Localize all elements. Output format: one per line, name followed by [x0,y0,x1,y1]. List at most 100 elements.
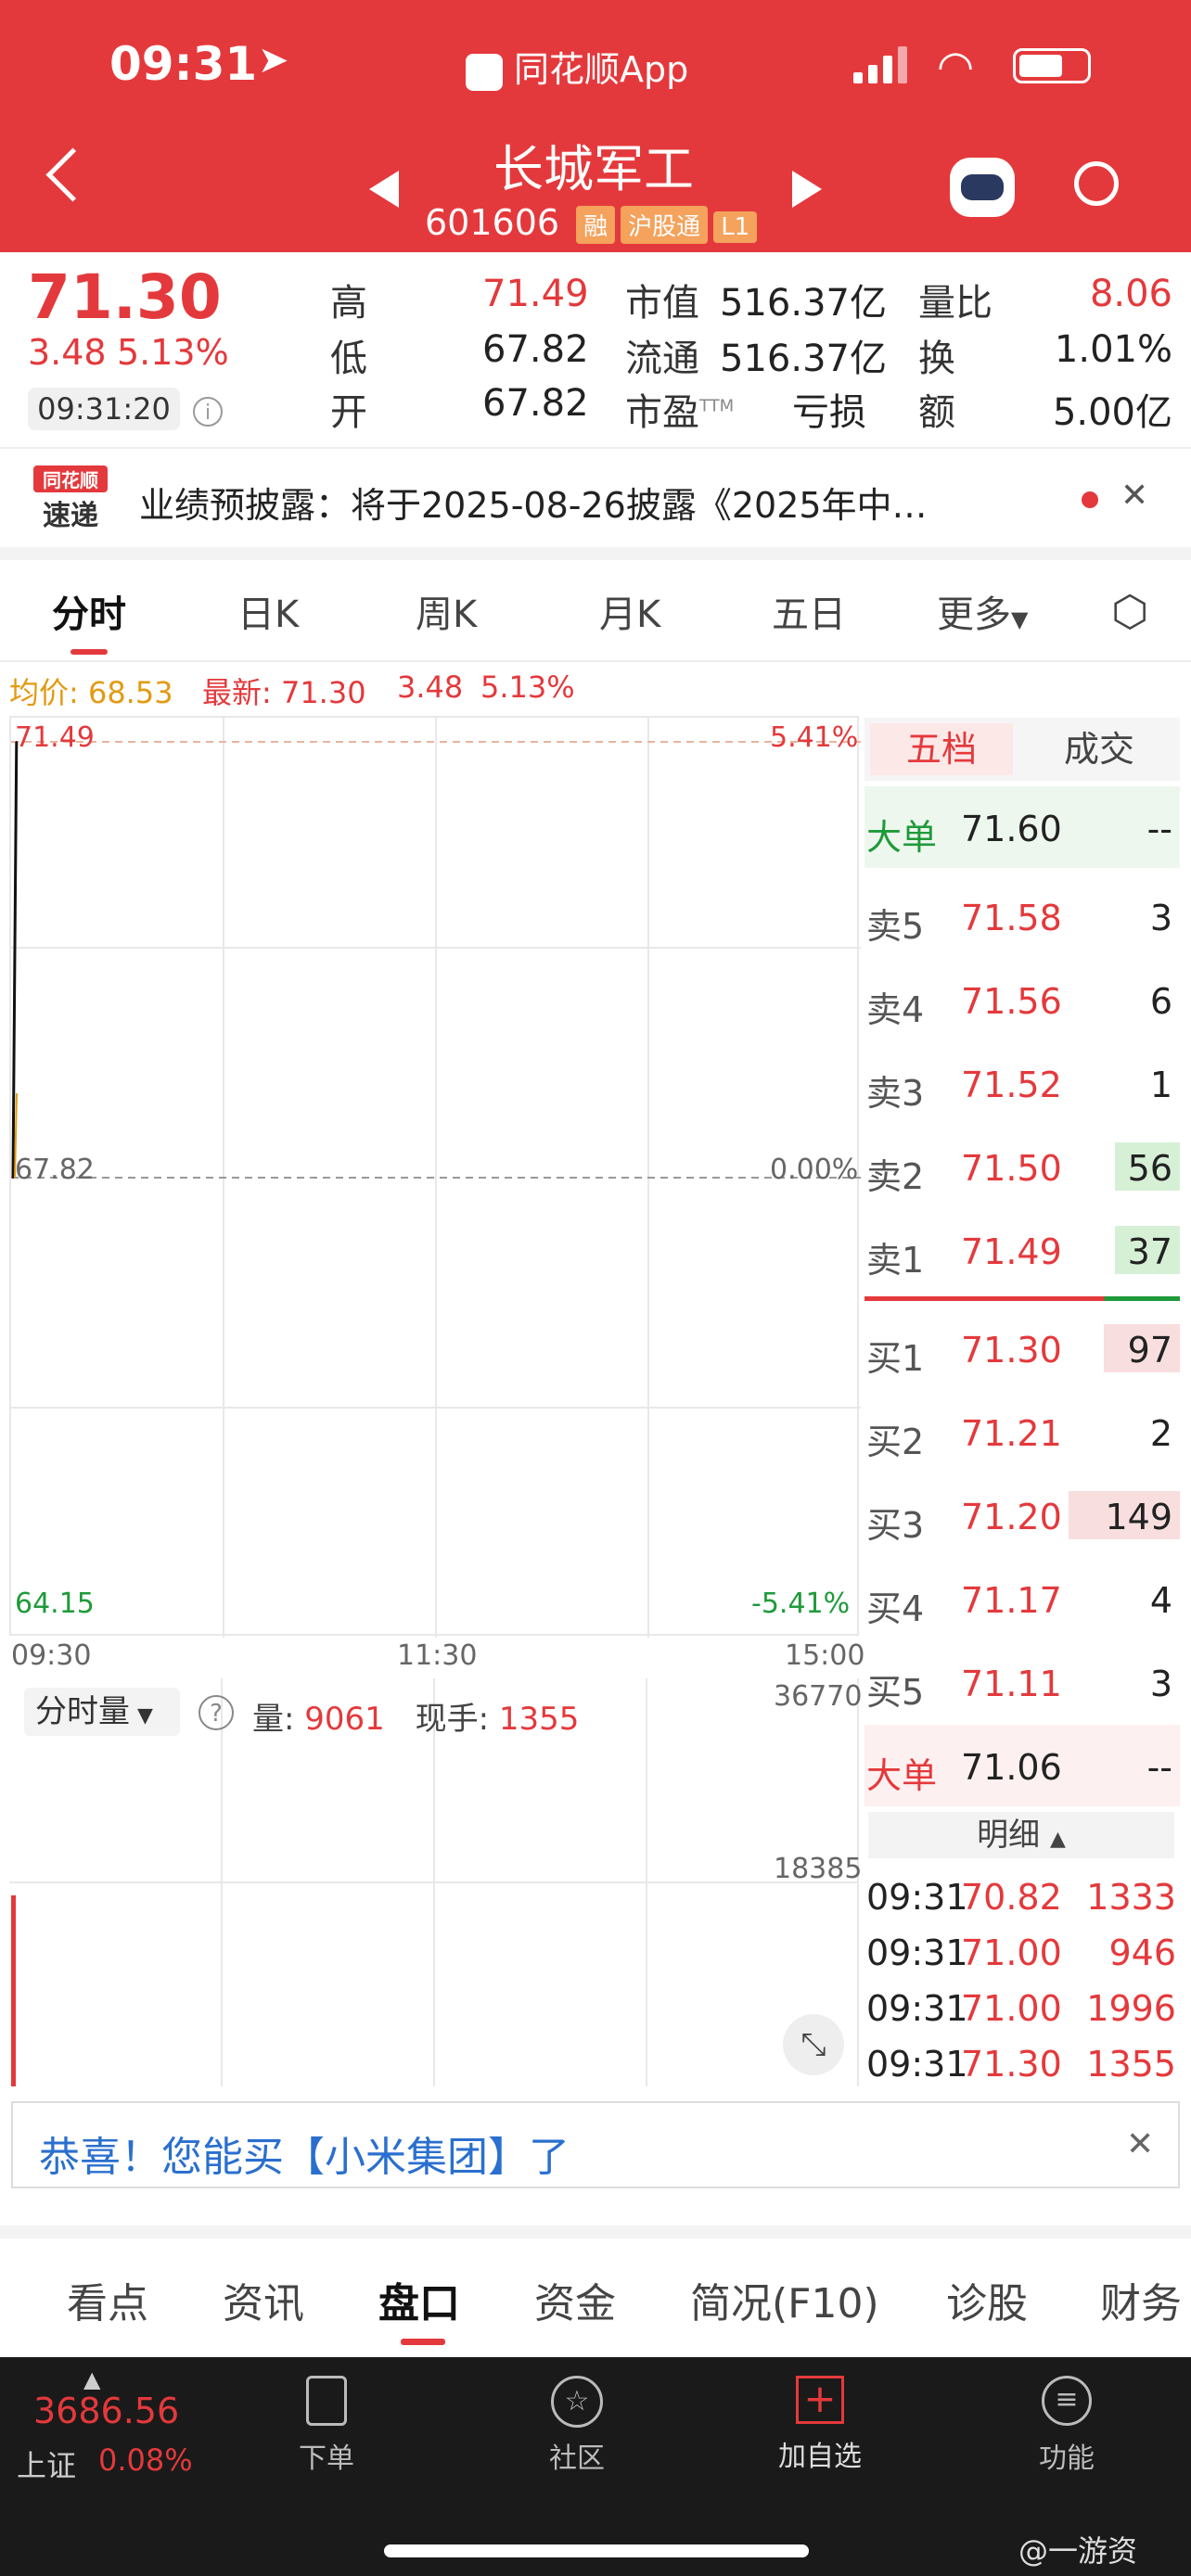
tab-financials[interactable]: 财务 [1100,2270,1182,2329]
sell-level-row[interactable]: 卖3 71.52 1 [864,1042,1180,1124]
volume-bar [11,1894,16,2086]
level-price: 71.17 [961,1580,1062,1621]
x-end-label: 15:00 [785,1639,865,1672]
fullscreen-button[interactable]: ⤡ [783,2014,844,2075]
detail-header[interactable]: 明细 ▲ [868,1812,1174,1858]
nav-functions[interactable]: ≡ 功能 [992,2376,1141,2476]
community-icon: ☆ [551,2376,603,2428]
level-price: 71.52 [961,1065,1062,1105]
tab-active-indicator [70,649,108,655]
price-change-pct: 5.13% [117,332,229,373]
next-stock-button[interactable] [792,171,822,208]
volume-chart[interactable] [9,1678,859,2086]
tab-highlights[interactable]: 看点 [67,2270,148,2329]
add-icon: + [796,2376,844,2424]
orderbook-tab-bar: 五档 成交 [864,718,1180,781]
sell-level-row[interactable]: 卖4 71.56 6 [864,959,1180,1040]
detail-time: 09:31 [866,1877,968,1918]
x-start-label: 09:30 [11,1639,92,1672]
level-label: 卖4 [866,989,925,1030]
tab-five-day[interactable]: 五日 [772,584,846,638]
level-qty: 97 [1127,1330,1172,1371]
level-price: 71.60 [961,809,1062,849]
back-button[interactable] [45,147,100,202]
volume-selector[interactable]: 分时量 ▼ [24,1688,180,1736]
nav-add-watchlist[interactable]: + 加自选 [746,2376,894,2474]
buy-level-row[interactable]: 买5 71.11 3 [864,1641,1180,1723]
help-icon[interactable]: ? [198,1695,234,1730]
buy-level-row[interactable]: 买2 71.21 2 [864,1391,1180,1473]
level-qty: 1 [1149,1065,1172,1105]
index-value[interactable]: 3686.56 [33,2391,179,2431]
level-price: 71.56 [961,981,1062,1022]
last-price: 71.30 [28,261,222,333]
big-order-row[interactable]: 大单 71.06 -- [864,1725,1180,1806]
low-label: 低 [330,338,367,380]
level-qty: 4 [1149,1580,1172,1621]
status-time: 09:31 [109,37,258,91]
nav-community[interactable]: ☆ 社区 [503,2376,651,2476]
detail-time: 09:31 [866,2044,968,2085]
level-label: 买5 [866,1672,925,1713]
tab-profile[interactable]: 简况(F10) [690,2270,879,2329]
level-qty: 3 [1149,898,1172,938]
tab-weekly-k[interactable]: 周K [416,584,477,638]
avg-price-label: 均价: 68.53 [9,675,173,710]
tab-order-book[interactable]: 盘口 [378,2270,460,2329]
sell-level-row[interactable]: 卖5 71.58 3 [864,875,1180,957]
pe-value: 亏损 [792,391,866,434]
prev-stock-button[interactable] [369,171,399,208]
tab-intraday[interactable]: 分时 [52,584,126,638]
tab-trades[interactable]: 成交 [1028,723,1171,775]
orderbook-divider [864,1296,1180,1301]
nav-order[interactable]: 下单 [252,2376,401,2476]
search-icon[interactable] [1074,161,1119,206]
home-indicator [384,2544,809,2557]
news-bar[interactable]: 同花顺 速递 业绩预披露：将于2025-08-26披露《2025年中… ✕ [0,447,1191,560]
level-label: 大单 [866,1755,938,1796]
detail-price: 70.82 [961,1877,1062,1918]
info-icon[interactable]: i [193,397,223,427]
price-chart[interactable] [9,716,861,1638]
level-price: 71.20 [961,1497,1062,1537]
app-name: 同花顺App [466,41,688,92]
detail-qty: 1996 [1086,1988,1176,2029]
caret-down-icon: ▼ [137,1704,153,1728]
tab-more[interactable]: 更多▼ [937,584,1028,638]
robot-assistant-icon[interactable] [950,158,1015,217]
mcap-value: 516.37亿 [720,282,887,325]
tab-five-levels[interactable]: 五档 [870,723,1013,775]
detail-price: 71.30 [961,2044,1062,2085]
promo-banner[interactable]: 恭喜！您能买【小米集团】了 ✕ [11,2101,1180,2188]
detail-price: 71.00 [961,1932,1062,1973]
tab-news[interactable]: 资讯 [223,2270,304,2329]
y-bot-label: 64.15 [15,1588,95,1620]
index-up-arrow-icon: ▲ [83,2366,101,2392]
detail-qty: 946 [1108,1932,1176,1973]
news-close-icon[interactable]: ✕ [1121,477,1148,515]
tab-diagnosis[interactable]: 诊股 [946,2270,1028,2329]
news-text: 业绩预披露：将于2025-08-26披露《2025年中… [139,485,928,526]
buy-level-row[interactable]: 买1 71.30 97 [864,1307,1180,1389]
volume-qty: 量: 9061 现手: 1355 [252,1701,580,1738]
sell-level-row[interactable]: 卖1 71.49 37 [864,1209,1180,1291]
tag-connect: 沪股通 [621,206,709,244]
chart-settings-icon[interactable]: ⬡ [1111,586,1148,636]
tab-monthly-k[interactable]: 月K [599,584,660,638]
level-label: 卖5 [866,906,925,947]
level-qty: 2 [1149,1413,1172,1454]
promo-close-icon[interactable]: ✕ [1126,2125,1154,2163]
buy-level-row[interactable]: 买4 71.17 4 [864,1558,1180,1639]
tab-daily-k[interactable]: 日K [237,584,299,638]
watermark: @一游资 [1018,2533,1138,2569]
high-label: 高 [330,282,367,325]
buy-level-row[interactable]: 买3 71.20 149 [864,1474,1180,1556]
pct-bot-label: -5.41% [751,1588,851,1620]
level-price: 71.06 [961,1747,1062,1788]
pe-label: 市盈TTM [625,391,735,434]
price-point [12,1177,14,1179]
sell-level-row[interactable]: 卖2 71.50 56 [864,1126,1180,1207]
bottom-nav: ▲ 3686.56 上证 0.08% 下单 ☆ 社区 + 加自选 ≡ 功能 @一… [0,2357,1191,2576]
tab-funds[interactable]: 资金 [534,2270,616,2329]
big-order-row[interactable]: 大单 71.60 -- [864,786,1180,868]
